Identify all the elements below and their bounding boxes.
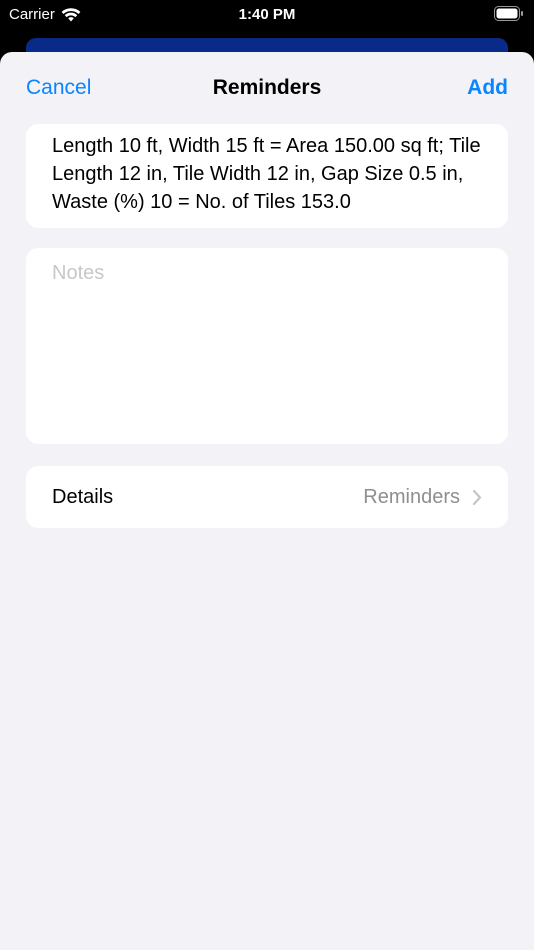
cancel-button[interactable]: Cancel	[26, 76, 91, 100]
reminder-sheet: Cancel Reminders Add Length 10 ft, Width…	[0, 52, 534, 950]
details-row[interactable]: Details Reminders	[26, 466, 508, 528]
details-label: Details	[52, 485, 114, 508]
status-time: 1:40 PM	[238, 6, 296, 23]
add-button[interactable]: Add	[467, 76, 508, 100]
battery-icon	[494, 6, 524, 21]
status-bar: Carrier 1:40 PM	[0, 0, 534, 30]
reminder-title-card[interactable]: Length 10 ft, Width 15 ft = Area 150.00 …	[26, 124, 508, 228]
details-value: Reminders	[363, 485, 460, 508]
notes-card[interactable]	[26, 248, 508, 444]
reminder-title-text[interactable]: Length 10 ft, Width 15 ft = Area 150.00 …	[52, 132, 482, 216]
chevron-right-icon	[472, 489, 482, 506]
notes-input[interactable]	[52, 262, 482, 430]
